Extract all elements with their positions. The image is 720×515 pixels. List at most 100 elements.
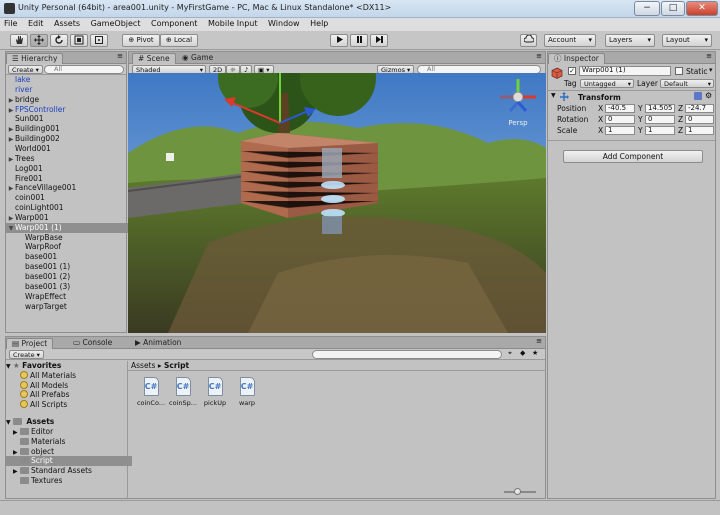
tag-dropdown[interactable]: Untagged ▾ [580,79,634,88]
hierarchy-item[interactable]: coinLight001 [6,203,132,213]
hierarchy-item[interactable]: Log001 [6,164,132,174]
script-asset[interactable]: C# coinCo... [136,377,166,407]
pause-button[interactable] [350,34,368,47]
favorite-item[interactable]: All Models [6,380,132,391]
tab-hierarchy[interactable]: ☰ Hierarchy [6,53,64,64]
zoom-slider-thumb[interactable] [514,488,521,495]
zoom-slider[interactable] [504,488,536,495]
hierarchy-create-dropdown[interactable]: Create ▾ [8,65,43,74]
scale-tool-button[interactable] [70,34,88,47]
breadcrumb-assets[interactable]: Assets [131,361,155,370]
hierarchy-item[interactable]: ▶ bridge [6,95,132,105]
folder-item[interactable]: ▶ Standard Assets [6,466,132,476]
panel-menu-icon[interactable]: ≡ [706,52,712,60]
panel-menu-icon[interactable]: ≡ [117,52,123,60]
folder-item[interactable]: ▶ object [6,447,132,457]
hierarchy-item[interactable]: base001 (2) [6,272,132,282]
pivot-toggle[interactable]: ⊕ Pivot [122,34,160,47]
layer-dropdown[interactable]: Default ▾ [660,79,714,88]
hierarchy-item[interactable]: ▶ FanceVillage001 [6,183,132,193]
favorite-item[interactable]: All Scripts [6,399,132,410]
component-gear-icon[interactable]: ⚙ [705,91,712,100]
menu-gameobject[interactable]: GameObject [87,18,145,29]
help-book-icon[interactable] [694,92,702,100]
tab-scene[interactable]: # Scene [132,53,176,64]
hierarchy-item[interactable]: coin001 [6,193,132,203]
account-dropdown[interactable]: Account ▾ [544,34,596,47]
hierarchy-item[interactable]: river [6,85,132,95]
menu-file[interactable]: File [0,18,21,29]
script-asset[interactable]: C# coinSp... [168,377,198,407]
scale-y-field[interactable]: 1 [645,126,675,135]
rotation-z-field[interactable]: 0 [685,115,714,124]
script-asset[interactable]: C# warp [232,377,262,407]
collapse-arrow-icon[interactable]: ▼ [551,92,556,99]
hierarchy-item[interactable]: Sun001 [6,114,132,124]
layout-dropdown[interactable]: Layout ▾ [662,34,712,47]
hierarchy-item[interactable]: ▼ Warp001 (1) [6,222,132,233]
step-button[interactable] [370,34,388,47]
menu-component[interactable]: Component [147,18,201,29]
rect-tool-button[interactable] [90,34,108,47]
hierarchy-search-input[interactable]: All [44,65,124,74]
hierarchy-item[interactable]: lake [6,75,132,85]
hierarchy-item[interactable]: base001 (1) [6,262,132,272]
close-button[interactable]: ✕ [686,1,718,16]
hierarchy-item[interactable]: warpTarget [6,302,132,312]
hierarchy-item[interactable]: Fire001 [6,174,132,184]
star-icon[interactable]: ★ [532,349,538,357]
hierarchy-item[interactable]: ▶ Building002 [6,134,132,144]
hierarchy-item[interactable]: ▶ Warp001 [6,213,132,223]
tab-console[interactable]: ▭ Console [68,338,117,349]
hierarchy-item[interactable]: base001 (3) [6,282,132,292]
position-x-field[interactable]: -40.5 [605,104,635,113]
object-name-field[interactable]: Warp001 (1) [579,66,671,76]
static-dropdown-icon[interactable]: ▾ [709,66,713,74]
move-tool-button[interactable] [30,34,48,47]
scale-z-field[interactable]: 1 [685,126,714,135]
hierarchy-item[interactable]: WrapEffect [6,292,132,302]
tab-animation[interactable]: ▶ Animation [130,338,186,349]
folder-item[interactable]: Textures [6,476,132,486]
filter-label-icon[interactable]: ◆ [520,349,525,357]
menu-assets[interactable]: Assets [50,18,84,29]
minimize-button[interactable]: − [634,1,660,16]
position-y-field[interactable]: 14.505 [645,104,675,113]
static-checkbox[interactable] [675,67,683,75]
favorite-item[interactable]: All Materials [6,371,132,381]
hierarchy-item[interactable]: ▶ Building001 [6,124,132,134]
project-create-dropdown[interactable]: Create ▾ [9,350,44,359]
project-search-input[interactable] [312,350,502,359]
folder-item[interactable]: Script [6,456,132,467]
panel-menu-icon[interactable]: ≡ [536,337,542,345]
hierarchy-item[interactable]: WarpRoof [6,242,132,252]
active-checkbox[interactable]: ✓ [568,67,576,75]
play-button[interactable] [330,34,348,47]
script-asset[interactable]: C# pickUp [200,377,230,407]
folder-item[interactable]: ▶ Editor [6,427,132,437]
hierarchy-item[interactable]: ▶ Trees [6,154,132,164]
menu-window[interactable]: Window [264,18,304,29]
breadcrumb-script[interactable]: Script [164,361,189,370]
rotation-x-field[interactable]: 0 [605,115,635,124]
tab-project[interactable]: ▤ Project [6,338,54,349]
menu-help[interactable]: Help [306,18,332,29]
rotation-y-field[interactable]: 0 [645,115,675,124]
tab-inspector[interactable]: ⓘ Inspector [548,53,605,64]
filter-type-icon[interactable]: ⌖ [508,349,512,358]
add-component-button[interactable]: Add Component [563,150,703,163]
rotate-tool-button[interactable] [50,34,68,47]
hand-tool-button[interactable] [10,34,28,47]
panel-menu-icon[interactable]: ≡ [536,52,542,60]
menu-edit[interactable]: Edit [24,18,48,29]
position-z-field[interactable]: -24.7 [685,104,714,113]
hierarchy-item[interactable]: base001 [6,252,132,262]
scale-x-field[interactable]: 1 [605,126,635,135]
favorite-item[interactable]: All Prefabs [6,390,132,400]
assets-header[interactable]: ▼ Assets [6,417,132,427]
local-toggle[interactable]: ⊕ Local [160,34,198,47]
hierarchy-item[interactable]: World001 [6,144,132,154]
hierarchy-item[interactable]: WarpBase [6,233,132,243]
orientation-gizmo[interactable]: Persp [498,77,538,133]
favorites-header[interactable]: ▼ ★ Favorites [6,361,132,371]
